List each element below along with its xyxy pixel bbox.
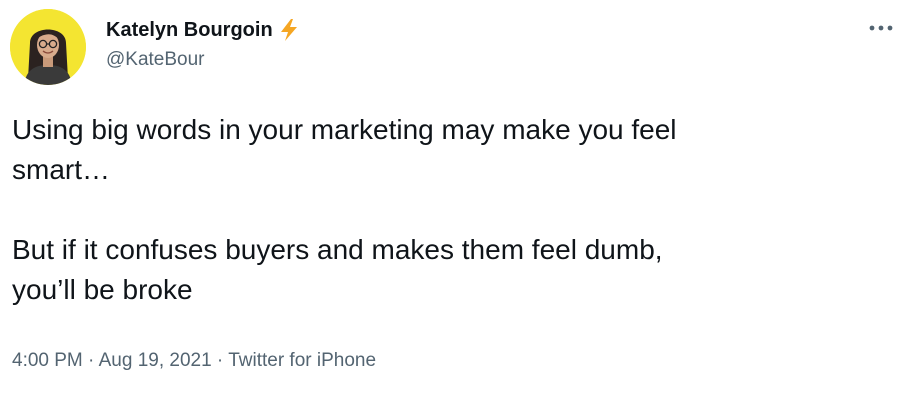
author-name[interactable]: Katelyn Bourgoin (106, 18, 300, 42)
tweet-time[interactable]: 4:00 PM (12, 350, 83, 371)
more-dots-icon (869, 25, 893, 31)
author-name-text[interactable]: Katelyn Bourgoin (106, 18, 273, 42)
more-options-button[interactable] (866, 18, 896, 38)
avatar[interactable] (10, 9, 86, 85)
tweet-line: smart… (12, 154, 110, 185)
tweet-meta: 4:00 PM · Aug 19, 2021 · Twitter for iPh… (12, 349, 376, 373)
tweet-line: But if it confuses buyers and makes them… (12, 234, 663, 265)
avatar-photo-icon (10, 9, 86, 85)
tweet-source[interactable]: Twitter for iPhone (228, 350, 376, 371)
lightning-bolt-icon (278, 18, 300, 42)
tweet-line: Using big words in your marketing may ma… (12, 114, 677, 145)
tweet-card: Katelyn Bourgoin @KateBour Using big wor… (0, 0, 915, 400)
tweet-text: Using big words in your marketing may ma… (12, 110, 902, 310)
meta-separator: · (82, 350, 99, 371)
tweet-line: you’ll be broke (12, 274, 193, 305)
tweet-date[interactable]: Aug 19, 2021 (99, 350, 212, 371)
author-handle[interactable]: @KateBour (106, 48, 205, 72)
meta-separator: · (211, 350, 229, 371)
